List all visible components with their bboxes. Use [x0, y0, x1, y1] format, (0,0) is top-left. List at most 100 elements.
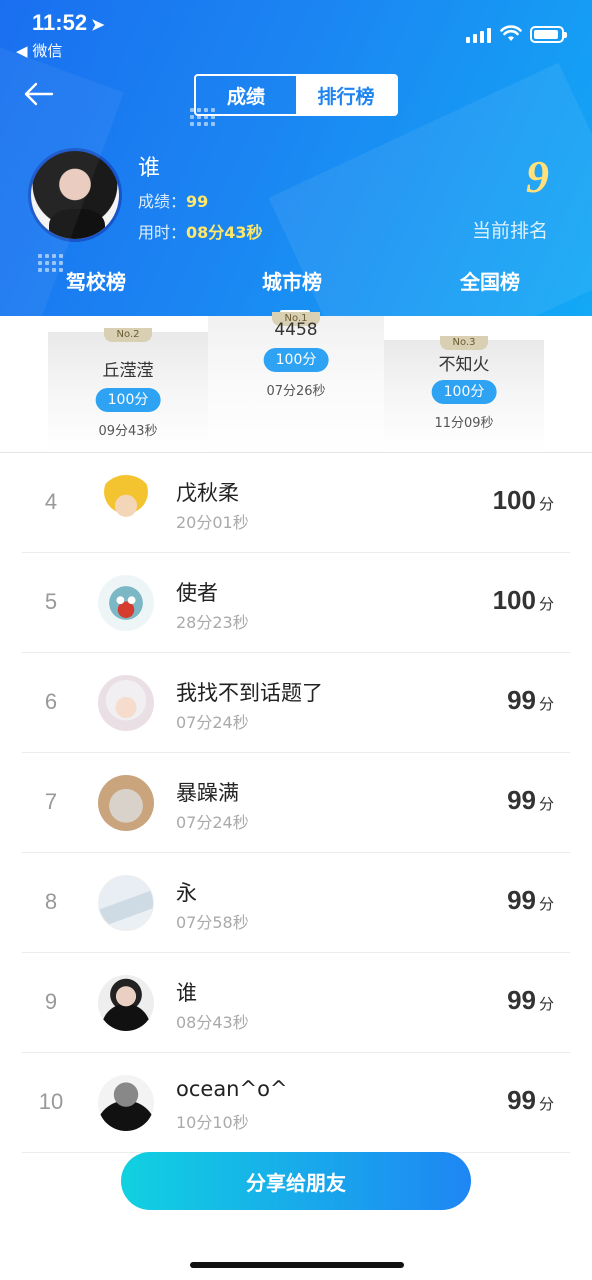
status-time-text: 11:52 [32, 10, 88, 35]
list-name: 使者 [176, 581, 218, 605]
list-rank: 6 [44, 689, 58, 714]
list-item[interactable]: 8 永 07分58秒 99 分 [0, 853, 592, 953]
status-bar: 11:52 ➤ ◀ 微信 [0, 0, 592, 60]
decor-dots [190, 108, 215, 126]
avatar [98, 475, 154, 531]
podium-first[interactable]: No.1 4458 100分 07分26秒 [208, 312, 384, 452]
podium-name: 不知火 [438, 355, 490, 375]
my-score-value: 99 [186, 192, 209, 211]
list-rank: 4 [44, 489, 58, 514]
podium-name: 丘滢滢 [102, 361, 154, 381]
podium: No.2 丘滢滢 100分 09分43秒 No.1 4458 100分 07分2… [0, 312, 592, 452]
list-time: 28分23秒 [176, 613, 249, 632]
my-time: 用时：08分43秒 [138, 219, 263, 243]
list-score: 99 分 [507, 685, 554, 716]
list-score: 99 分 [507, 885, 554, 916]
current-rank-label: 当前排名 [472, 220, 549, 242]
home-indicator[interactable] [190, 1262, 404, 1268]
avatar [98, 1075, 154, 1131]
podium-score: 100分 [263, 348, 329, 372]
list-rank: 9 [44, 989, 58, 1014]
back-app-label: 微信 [32, 42, 63, 60]
avatar [98, 675, 154, 731]
list-score: 99 分 [507, 985, 554, 1016]
tab-national[interactable]: 全国榜 [460, 266, 520, 295]
my-avatar [28, 148, 122, 242]
list-rank: 10 [38, 1089, 64, 1114]
list-score-unit: 分 [538, 795, 554, 813]
list-name: 永 [176, 881, 197, 905]
battery-icon [530, 26, 567, 43]
list-name: 暴躁满 [176, 781, 239, 805]
list-item[interactable]: 6 我找不到话题了 07分24秒 99 分 [0, 653, 592, 753]
list-time: 20分01秒 [176, 513, 249, 532]
avatar [98, 575, 154, 631]
tab-school[interactable]: 驾校榜 [66, 266, 126, 295]
header: 11:52 ➤ ◀ 微信 成绩 排行榜 谁 成绩：99 用时：08分43秒 9 当… [0, 0, 592, 316]
my-score-label: 成绩： [138, 192, 187, 211]
podium-name: 4458 [274, 320, 318, 340]
tab-ranking[interactable]: 排行榜 [296, 76, 396, 114]
list-rank: 7 [44, 789, 58, 814]
list-item[interactable]: 9 谁 08分43秒 99 分 [0, 953, 592, 1053]
list-score-unit: 分 [538, 895, 554, 913]
list-rank: 8 [44, 889, 58, 914]
podium-time: 09分43秒 [98, 424, 158, 439]
podium-badge: No.2 [104, 328, 152, 342]
list-score-value: 100 [492, 485, 536, 515]
ranking-tabs: 驾校榜 城市榜 全国榜 [0, 258, 592, 316]
list-time: 08分43秒 [176, 1013, 249, 1032]
list-score: 99 分 [507, 1085, 554, 1116]
podium-second[interactable]: No.2 丘滢滢 100分 09分43秒 [48, 328, 208, 452]
list-score-value: 99 [507, 785, 536, 815]
share-button[interactable]: 分享给朋友 [121, 1152, 471, 1210]
location-icon: ➤ [91, 17, 105, 34]
segment-control: 成绩 排行榜 [194, 74, 398, 116]
podium-time: 07分26秒 [266, 384, 326, 399]
list-time: 07分58秒 [176, 913, 249, 932]
list-item[interactable]: 5 使者 28分23秒 100 分 [0, 553, 592, 653]
my-time-label: 用时： [138, 223, 187, 242]
list-item[interactable]: 10 ocean^o^ 10分10秒 99 分 [0, 1053, 592, 1153]
list-name: 戊秋柔 [176, 481, 239, 505]
my-score: 成绩：99 [138, 188, 208, 212]
podium-time: 11分09秒 [434, 416, 494, 431]
current-rank: 9 [526, 151, 549, 202]
decor-dots [38, 254, 63, 272]
list-score-unit: 分 [538, 595, 554, 613]
list-rank: 5 [44, 589, 58, 614]
list-time: 07分24秒 [176, 713, 249, 732]
list-score-value: 99 [507, 685, 536, 715]
avatar [98, 875, 154, 931]
list-time: 07分24秒 [176, 813, 249, 832]
avatar [98, 775, 154, 831]
list-score-value: 99 [507, 1085, 536, 1115]
list-score-unit: 分 [538, 495, 554, 513]
podium-score: 100分 [431, 380, 497, 404]
ranking-list: 4 戊秋柔 20分01秒 100 分 5 使者 28分23秒 100 分 6 我找不… [0, 453, 592, 1153]
tab-city[interactable]: 城市榜 [262, 266, 322, 295]
status-time: 11:52 ➤ [32, 10, 104, 36]
signal-icon [466, 28, 491, 43]
list-score: 100 分 [493, 585, 554, 616]
list-name: 谁 [176, 981, 197, 1005]
list-item[interactable]: 7 暴躁满 07分24秒 99 分 [0, 753, 592, 853]
list-time: 10分10秒 [176, 1113, 249, 1132]
list-score-unit: 分 [538, 695, 554, 713]
podium-score: 100分 [95, 388, 161, 412]
list-score-value: 99 [507, 985, 536, 1015]
list-score-value: 100 [492, 585, 536, 615]
list-score: 100 分 [493, 485, 554, 516]
list-name: 我找不到话题了 [176, 681, 323, 705]
list-score-unit: 分 [538, 995, 554, 1013]
list-score-value: 99 [507, 885, 536, 915]
podium-third[interactable]: No.3 不知火 100分 11分09秒 [384, 336, 544, 452]
list-score-unit: 分 [538, 1095, 554, 1113]
my-time-value: 08分43秒 [186, 223, 263, 242]
podium-badge: No.3 [440, 336, 488, 350]
list-item[interactable]: 4 戊秋柔 20分01秒 100 分 [0, 453, 592, 553]
avatar [98, 975, 154, 1031]
my-name: 谁 [138, 156, 161, 181]
back-arrow-icon[interactable] [22, 78, 56, 110]
back-to-app[interactable]: ◀ 微信 [16, 40, 62, 61]
